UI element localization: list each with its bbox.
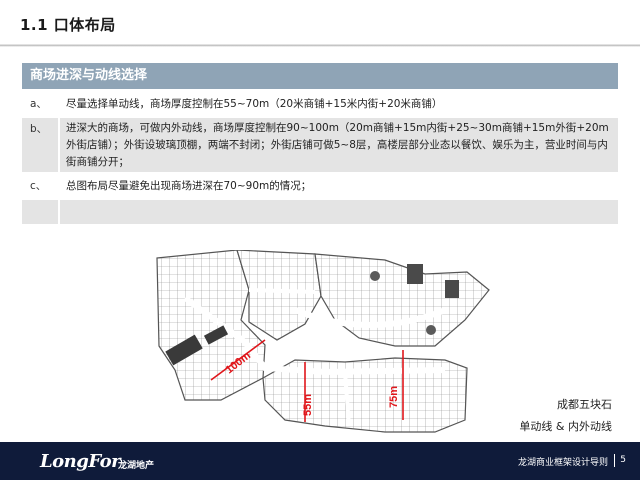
list-item: c、 总图布局尽量避免出现商场进深在70~90m的情况； (22, 174, 618, 200)
page-title: 1.1 口体布局 (20, 16, 116, 34)
list-text (58, 200, 618, 224)
list-text: 进深大的商场，可做内外动线，商场厚度控制在90~100m（20m商铺+15m内街… (58, 118, 618, 172)
mall-floor-plan: 100m 55m 75m (156, 250, 490, 433)
list-text: 总图布局尽量避免出现商场进深在70~90m的情况； (58, 174, 618, 198)
document-title: 龙湖商业框架设计导则 (517, 458, 608, 468)
list-item (22, 200, 618, 226)
list-item: a、 尽量选择单动线，商场厚度控制在55~70m（20米商铺+15米内街+20米… (22, 92, 618, 118)
content-panel: 商场进深与动线选择 a、 尽量选择单动线，商场厚度控制在55~70m（20米商铺… (22, 63, 618, 226)
dimension-label: 55m (302, 394, 314, 416)
list-item: b、 进深大的商场，可做内外动线，商场厚度控制在90~100m（20m商铺+15… (22, 118, 618, 174)
panel-heading: 商场进深与动线选择 (22, 63, 618, 92)
list-text: 尽量选择单动线，商场厚度控制在55~70m（20米商铺+15米内街+20米商铺） (58, 92, 618, 116)
dimension-label: 75m (388, 386, 400, 408)
footer-bar: LongFor 龙湖地产 龙湖商业框架设计导则 5 (0, 442, 640, 480)
list-index: a、 (30, 98, 47, 110)
plan-caption-location: 成都五块石 (557, 398, 612, 411)
plan-caption-note: 单动线 & 内外动线 (519, 420, 612, 433)
list-index: b、 (30, 123, 48, 135)
company-logo-cn: 龙湖地产 (118, 461, 155, 471)
page-number: 5 (620, 455, 626, 465)
list-index: c、 (30, 180, 47, 192)
list-index (22, 200, 58, 224)
company-logo: LongFor (40, 451, 121, 472)
title-divider (0, 44, 640, 47)
footer-divider (614, 454, 615, 467)
